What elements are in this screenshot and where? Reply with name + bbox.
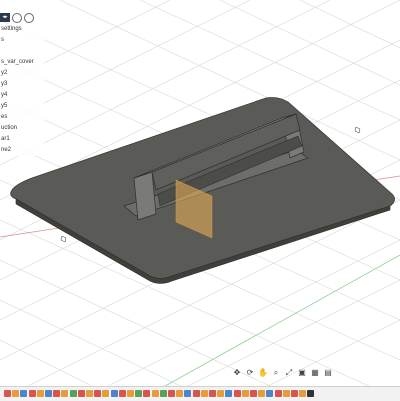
extrude-icon[interactable]: [61, 390, 69, 397]
plate-notch-left: [60, 235, 67, 243]
plate-notch-right: [354, 126, 361, 134]
combine-icon[interactable]: [135, 390, 143, 397]
sketch-icon[interactable]: [143, 390, 151, 397]
sketch-icon[interactable]: [77, 390, 85, 397]
extrude-icon[interactable]: [86, 390, 93, 397]
sketch-icon[interactable]: [28, 390, 36, 397]
extrude-icon[interactable]: [299, 390, 307, 397]
pan-icon[interactable]: ✋: [258, 368, 268, 378]
browser-item[interactable]: s: [0, 35, 44, 46]
sketch-icon[interactable]: [250, 390, 257, 397]
sketch-icon[interactable]: [209, 390, 216, 397]
browser-item[interactable]: y5: [0, 101, 44, 112]
sketch-icon[interactable]: [233, 390, 241, 397]
extrude-icon[interactable]: [176, 390, 184, 397]
extrude-icon[interactable]: [217, 390, 225, 397]
zoom-icon[interactable]: ⌕: [271, 368, 281, 378]
browser-item[interactable]: y4: [0, 90, 44, 101]
3d-viewport[interactable]: [0, 0, 400, 400]
browser-item[interactable]: s_var_cover: [0, 57, 44, 68]
extrude-icon[interactable]: [282, 390, 290, 397]
browser-toggle-icon[interactable]: ◂▸: [0, 13, 10, 22]
browser-item[interactable]: uction: [0, 123, 44, 134]
browser-item[interactable]: es: [0, 112, 44, 123]
extrude-icon[interactable]: [151, 390, 159, 397]
viewports-icon[interactable]: ▤: [323, 368, 333, 378]
browser-item[interactable]: [0, 46, 44, 57]
extrude-icon[interactable]: [200, 390, 208, 397]
sketch-icon[interactable]: [53, 390, 61, 397]
extrude-icon[interactable]: [241, 390, 249, 397]
chamfer-icon[interactable]: [45, 390, 52, 397]
chamfer-icon[interactable]: [225, 390, 233, 397]
extrude-icon[interactable]: [102, 390, 110, 397]
extrude-icon[interactable]: [12, 390, 20, 397]
browser-item[interactable]: ar1: [0, 134, 44, 145]
handle-post-front: [133, 171, 157, 221]
sketch-icon[interactable]: [291, 390, 298, 397]
mirror-icon[interactable]: [69, 390, 77, 397]
browser-item[interactable]: y2: [0, 68, 44, 79]
fillet-icon[interactable]: [110, 390, 118, 397]
fit-icon[interactable]: ⤢: [284, 368, 294, 378]
sketch-icon[interactable]: [192, 390, 200, 397]
radio-icon[interactable]: [24, 12, 34, 23]
move-icon[interactable]: ✥: [232, 368, 242, 378]
browser-item[interactable]: ne2: [0, 145, 44, 156]
sketch-icon[interactable]: [118, 390, 126, 397]
marker-icon[interactable]: [307, 390, 315, 397]
grid-icon[interactable]: ▦: [310, 368, 320, 378]
extrude-icon[interactable]: [36, 390, 44, 397]
browser-item[interactable]: y3: [0, 79, 44, 90]
sketch-icon[interactable]: [94, 390, 102, 397]
extrude-icon[interactable]: [127, 390, 134, 397]
browser-panel: settings s s_var_cover y2 y3 y4 y5 es uc…: [0, 24, 44, 156]
browser-item[interactable]: settings: [0, 24, 44, 35]
browser-header: ◂▸: [0, 12, 34, 23]
display-icon[interactable]: ▣: [297, 368, 307, 378]
visibility-icon[interactable]: [12, 12, 22, 23]
navigation-bar: ✥ ⟳ ✋ ⌕ ⤢ ▣ ▦ ▤: [232, 366, 333, 380]
orbit-icon[interactable]: ⟳: [245, 368, 255, 378]
fillet-icon[interactable]: [266, 390, 274, 397]
sketch-icon[interactable]: [168, 390, 175, 397]
fillet-icon[interactable]: [184, 390, 192, 397]
timeline-bar: [0, 386, 400, 401]
fillet-icon[interactable]: [20, 390, 28, 397]
sketch-icon[interactable]: [274, 390, 282, 397]
extrude-icon[interactable]: [258, 390, 266, 397]
sketch-icon[interactable]: [4, 390, 11, 397]
pattern-icon[interactable]: [159, 390, 167, 397]
